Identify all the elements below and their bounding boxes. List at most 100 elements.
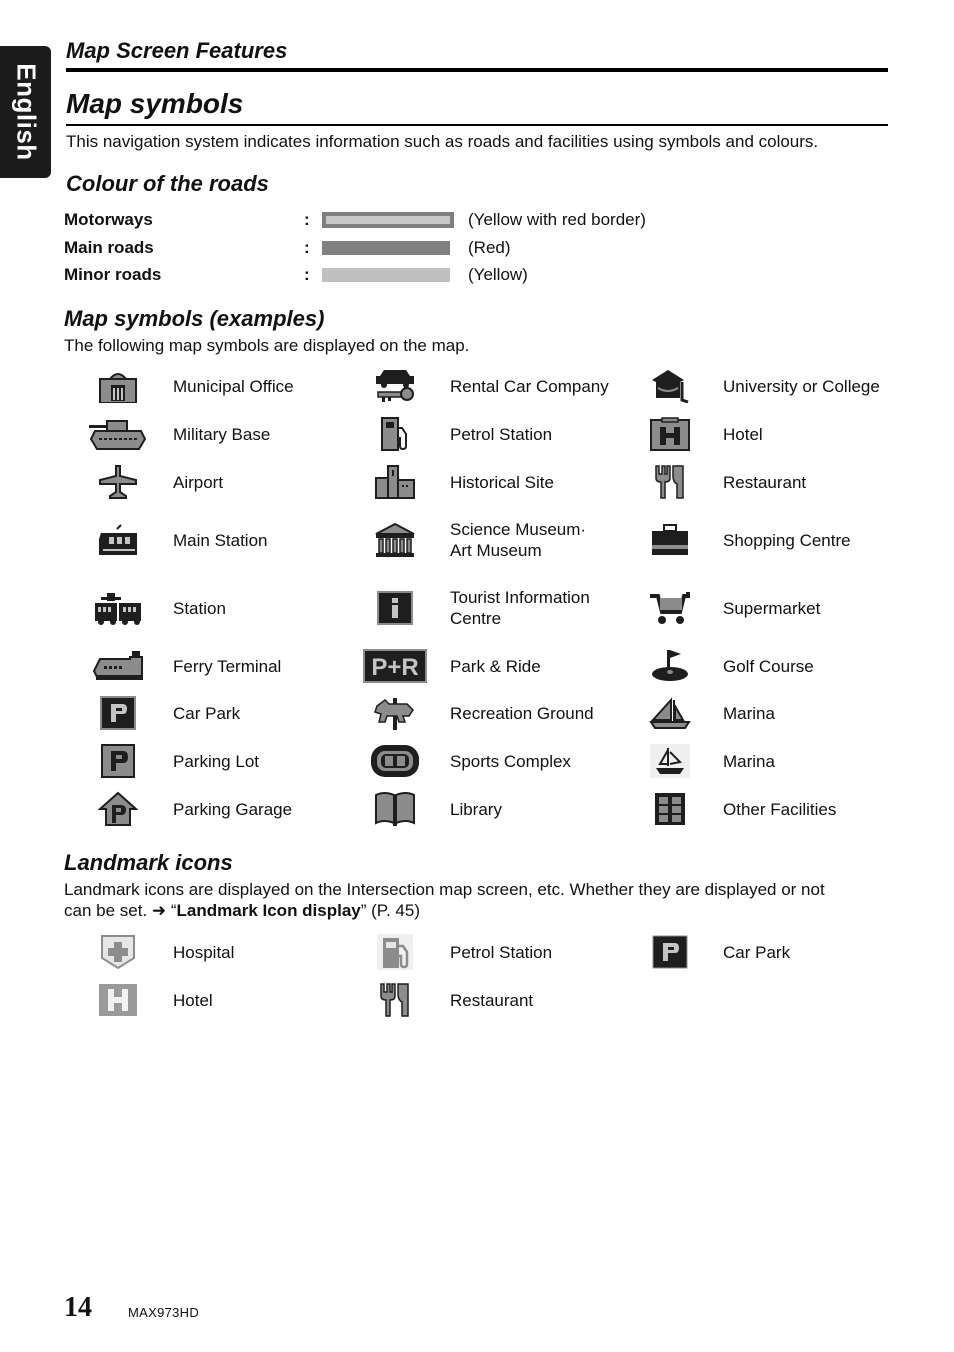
- symbol-label: University or College: [723, 377, 880, 396]
- section-header: Map Screen Features: [66, 38, 288, 63]
- road-row-main: Main roads : (Red): [64, 236, 511, 260]
- road-separator: :: [304, 210, 310, 229]
- petrol-station-icon: [363, 930, 427, 974]
- hotel-icon: [86, 978, 150, 1022]
- landmarks-text-line1: Landmark icons are displayed on the Inte…: [64, 880, 825, 899]
- symbol-label-line1: Science Museum·: [450, 520, 587, 539]
- hospital-icon: [86, 930, 150, 974]
- landmark-label: Hospital: [173, 943, 235, 962]
- language-tab: English: [0, 46, 51, 178]
- municipal-office-icon: [86, 364, 150, 408]
- symbol-label: Golf Course: [723, 657, 814, 676]
- symbol-label: Main Station: [173, 531, 268, 550]
- sports-complex-icon: [363, 739, 427, 783]
- symbol-label: Science Museum· Art Museum: [450, 519, 586, 561]
- tourist-info-icon: [363, 586, 427, 630]
- language-tab-label: English: [11, 63, 41, 161]
- symbol-label: Historical Site: [450, 473, 554, 492]
- symbol-label: Municipal Office: [173, 377, 294, 396]
- symbol-label: Petrol Station: [450, 425, 553, 444]
- motorway-swatch: [322, 212, 454, 228]
- park-and-ride-icon: P+R: [363, 644, 427, 688]
- symbol-label: Recreation Ground: [450, 704, 594, 723]
- restaurant-icon: [363, 978, 427, 1022]
- intro-text: This navigation system indicates informa…: [66, 132, 819, 151]
- symbols-subtext: The following map symbols are displayed …: [64, 336, 470, 355]
- symbol-label: Restaurant: [723, 473, 807, 492]
- symbols-heading: Map symbols (examples): [64, 306, 325, 331]
- landmark-label: Car Park: [723, 943, 791, 962]
- title-rule: [66, 124, 888, 126]
- main-road-swatch: [322, 241, 450, 255]
- symbol-label-line2: Art Museum: [450, 541, 542, 560]
- symbol-label: Hotel: [723, 425, 763, 444]
- rental-car-icon: [363, 364, 427, 408]
- model-name: MAX973HD: [128, 1305, 200, 1320]
- landmarks-text-line2: can be set. ➜ “Landmark Icon display” (P…: [64, 901, 420, 921]
- symbol-label: Parking Garage: [173, 800, 293, 819]
- museum-icon: [363, 518, 427, 562]
- symbol-label: Other Facilities: [723, 800, 837, 819]
- hotel-icon: [638, 412, 702, 456]
- symbol-label: Tourist Information Centre: [450, 587, 590, 629]
- supermarket-icon: [638, 586, 702, 630]
- landmarks-heading: Landmark icons: [64, 850, 233, 875]
- restaurant-icon: [638, 460, 702, 504]
- symbol-label: Military Base: [173, 425, 271, 444]
- library-icon: [363, 787, 427, 831]
- symbol-label: Station: [173, 599, 226, 618]
- road-separator: :: [304, 238, 310, 257]
- minor-road-swatch: [322, 268, 450, 282]
- parking-garage-icon: [86, 787, 150, 831]
- recreation-ground-icon: [363, 691, 427, 735]
- symbol-label: Car Park: [173, 704, 241, 723]
- shopping-centre-icon: [638, 518, 702, 562]
- road-row-motorways: Motorways : (Yellow with red border): [64, 208, 646, 232]
- road-name: Main roads: [64, 238, 154, 257]
- symbol-label-line1: Tourist Information: [450, 588, 590, 607]
- roads-heading: Colour of the roads: [66, 171, 269, 196]
- landmark-label: Restaurant: [450, 991, 534, 1010]
- main-station-icon: [86, 518, 150, 562]
- other-facilities-icon: [638, 787, 702, 831]
- ferry-terminal-icon: [86, 644, 150, 688]
- road-desc: (Red): [468, 238, 511, 257]
- page-title: Map symbols: [66, 88, 244, 119]
- symbol-label: Park & Ride: [450, 657, 541, 676]
- golf-course-icon: [638, 644, 702, 688]
- road-separator: :: [304, 265, 310, 284]
- marina-alt-icon: [638, 739, 702, 783]
- historical-site-icon: [363, 460, 427, 504]
- military-base-icon: [86, 412, 150, 456]
- station-icon: [86, 586, 150, 630]
- airport-icon: [86, 460, 150, 504]
- car-park-icon: [86, 691, 150, 735]
- symbol-label: Ferry Terminal: [173, 657, 282, 676]
- symbol-label: Airport: [173, 473, 224, 492]
- header-rule: [66, 68, 888, 72]
- page-number: 14: [64, 1292, 92, 1323]
- symbol-label: Library: [450, 800, 502, 819]
- symbol-label: Rental Car Company: [450, 377, 609, 396]
- symbol-label: Shopping Centre: [723, 531, 851, 550]
- symbol-label: Parking Lot: [173, 752, 259, 771]
- symbol-label: Marina: [723, 752, 775, 771]
- parking-lot-icon: [86, 739, 150, 783]
- road-row-minor: Minor roads : (Yellow): [64, 263, 528, 287]
- symbol-label: Marina: [723, 704, 775, 723]
- landmark-icon-display-link[interactable]: Landmark Icon display: [177, 901, 361, 920]
- road-name: Motorways: [64, 210, 153, 229]
- symbol-label-line2: Centre: [450, 609, 502, 628]
- road-desc: (Yellow): [468, 265, 528, 284]
- car-park-icon: [638, 930, 702, 974]
- landmark-label: Hotel: [173, 991, 213, 1010]
- marina-icon: [638, 691, 702, 735]
- landmarks-text-post: ” (P. 45): [360, 901, 420, 920]
- petrol-station-icon: [363, 412, 427, 456]
- road-desc: (Yellow with red border): [468, 210, 646, 229]
- road-name: Minor roads: [64, 265, 162, 284]
- landmark-label: Petrol Station: [450, 943, 553, 962]
- symbol-label: Sports Complex: [450, 752, 571, 771]
- svg-text:P+R: P+R: [371, 654, 418, 681]
- university-icon: [638, 364, 702, 408]
